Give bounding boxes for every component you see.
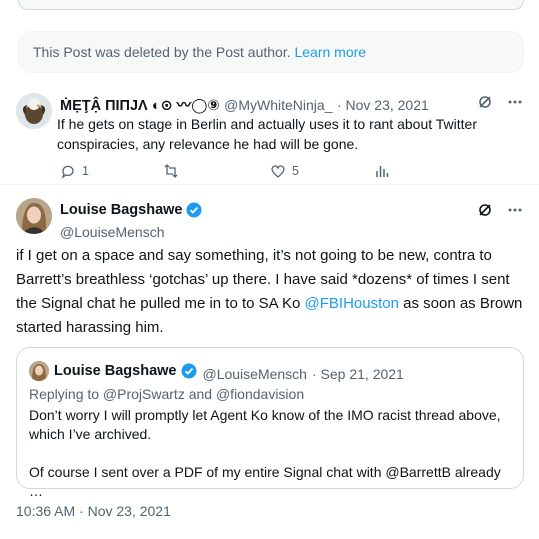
learn-more-link[interactable]: Learn more <box>294 44 366 60</box>
views-chart-icon <box>376 166 389 177</box>
post-timestamp[interactable]: 10:36 AM · Nov 23, 2021 <box>16 503 171 519</box>
reply-tweet[interactable]: ṀẸŢẬ ПIПJΛ ◐⊙ 〰◯⑨ @MyWhiteNinja_ · Nov 2… <box>0 85 539 185</box>
author-name[interactable]: Louise Bagshawe <box>60 202 182 218</box>
quoted-author-handle: @LouiseMensch <box>202 366 307 382</box>
replying-to: Replying to @ProjSwartz and @fiondavisio… <box>29 386 305 402</box>
deleted-post-notice: This Post was deleted by the Post author… <box>18 31 524 73</box>
post-time[interactable]: · Nov 23, 2021 <box>337 97 429 113</box>
tweet-text: if I get on a space and say something, i… <box>16 244 531 340</box>
like-button[interactable]: 5 <box>270 163 299 179</box>
like-count: 5 <box>292 164 299 178</box>
previous-tweet-card-bottom <box>18 0 524 10</box>
avatar <box>29 361 49 381</box>
reply-text: If he gets on stage in Berlin and actual… <box>57 116 477 152</box>
avatar[interactable] <box>16 198 52 234</box>
reply-button[interactable]: 1 <box>60 163 89 179</box>
action-bar: 1 5 <box>60 163 460 181</box>
reply-icon <box>61 165 74 179</box>
quoted-text-line: Of course I sent over a PDF of my entire… <box>29 464 501 499</box>
tweet-tools <box>477 94 523 110</box>
author-handle[interactable]: @MyWhiteNinja_ <box>224 97 332 113</box>
verified-badge-icon <box>181 363 197 379</box>
avatar[interactable] <box>16 93 52 129</box>
author-handle[interactable]: @LouiseMensch <box>60 224 202 240</box>
quoted-text: Don’t worry I will promptly let Agent Ko… <box>29 406 514 501</box>
heart-icon <box>271 165 285 178</box>
tweet-tools <box>477 202 523 218</box>
quoted-author-name: Louise Bagshawe <box>54 363 177 379</box>
mention-link[interactable]: @FBIHouston <box>305 295 399 312</box>
repost-button[interactable] <box>163 163 179 179</box>
quoted-post-time: · Sep 21, 2021 <box>311 366 404 382</box>
more-options-icon[interactable] <box>507 94 523 110</box>
grok-icon[interactable] <box>477 94 493 110</box>
verified-badge-icon <box>186 202 202 218</box>
quoted-tweet[interactable]: Louise Bagshawe @LouiseMensch · Sep 21, … <box>16 347 524 499</box>
repost-icon <box>164 164 178 178</box>
views-button[interactable] <box>374 163 390 179</box>
main-tweet: Louise Bagshawe @LouiseMensch if I get o… <box>0 190 539 539</box>
author-name[interactable]: ṀẸŢẬ ПIПJΛ ◐⊙ 〰◯⑨ <box>60 98 220 114</box>
deleted-notice-text: This Post was deleted by the Post author… <box>33 44 291 60</box>
more-options-icon[interactable] <box>507 202 523 218</box>
quoted-text-line: Don’t worry I will promptly let Agent Ko… <box>29 407 501 442</box>
grok-icon[interactable] <box>477 202 493 218</box>
reply-count: 1 <box>82 164 89 178</box>
